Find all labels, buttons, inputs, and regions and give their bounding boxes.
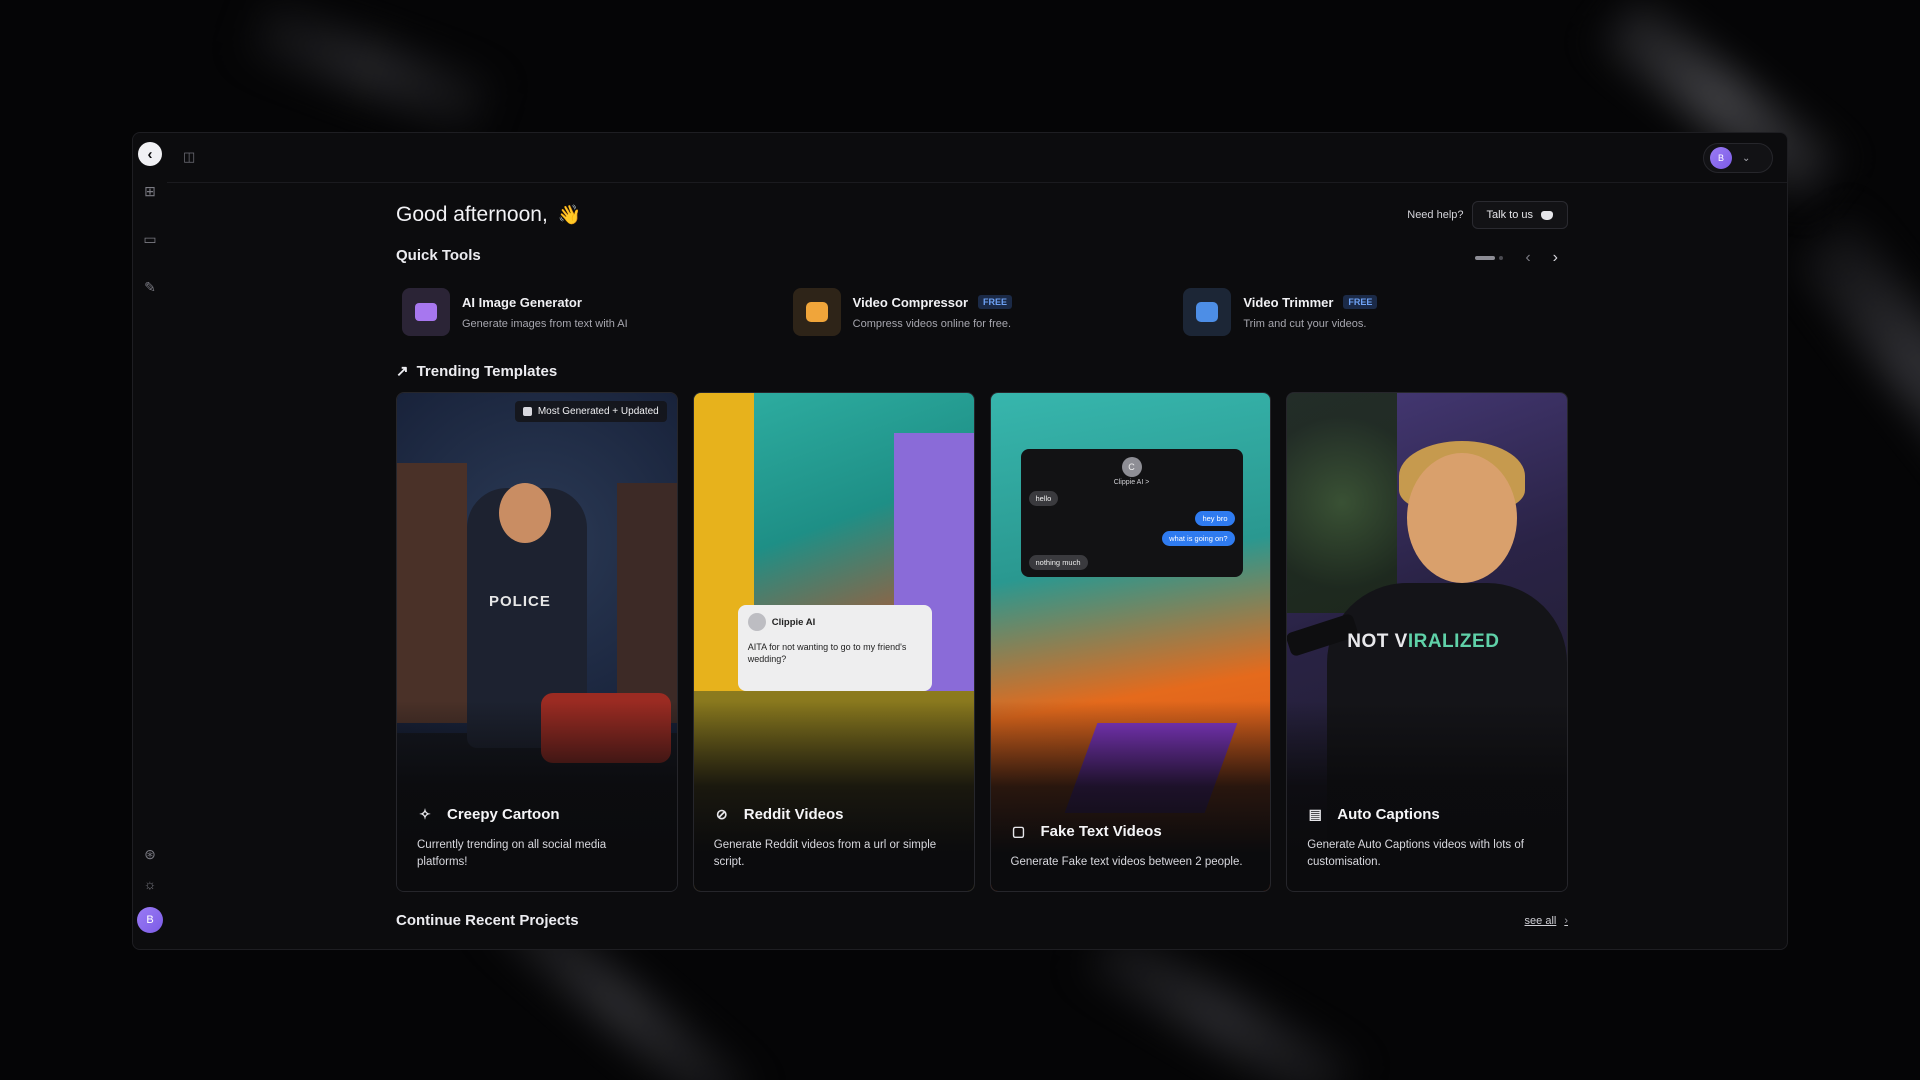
- card-desc: Currently trending on all social media p…: [417, 839, 607, 868]
- image-generator-icon: [402, 288, 450, 336]
- video-compressor-icon: [792, 288, 841, 336]
- chevron-down-icon: ⌄: [1742, 152, 1751, 164]
- trending-title: ↗ Trending Templates: [396, 362, 558, 381]
- panel-toggle-icon[interactable]: ◫: [183, 149, 195, 165]
- card-desc: Generate Auto Captions videos with lots …: [1307, 839, 1524, 868]
- tool-name: Video Trimmer FREE: [1243, 295, 1378, 310]
- chat-bubble: hey bro: [1195, 511, 1235, 526]
- chat-preview: C Clippie AI > hello hey bro what is goi…: [1020, 449, 1243, 577]
- card-title: ▤ Auto Captions: [1308, 806, 1440, 823]
- carousel-dots: [1475, 256, 1504, 260]
- reddit-post-preview: Clippie AI AITA for not wanting to go to…: [737, 605, 932, 691]
- discord-icon: [1541, 210, 1553, 220]
- chevron-left-icon[interactable]: ‹: [1525, 249, 1530, 267]
- captions-icon: ▤: [1308, 806, 1322, 822]
- sparkles-icon: ✧: [419, 806, 431, 822]
- template-cards: POLICE Most Generated + Updated ✧ Creepy…: [396, 392, 1568, 892]
- logo-icon[interactable]: ‹: [138, 142, 162, 166]
- tool-ai-image-generator[interactable]: AI Image Generator Generate images from …: [396, 288, 787, 336]
- police-text: POLICE: [489, 593, 551, 610]
- need-help-text: Need help?: [1407, 209, 1464, 221]
- most-generated-badge: Most Generated + Updated: [514, 401, 667, 422]
- talk-to-us-button[interactable]: Talk to us: [1471, 201, 1568, 229]
- tool-video-compressor[interactable]: Video Compressor FREE Compress videos on…: [787, 288, 1178, 336]
- free-badge: FREE: [978, 295, 1013, 309]
- user-avatar[interactable]: B: [137, 907, 163, 933]
- card-title: ▢ Fake Text Videos: [1011, 823, 1162, 840]
- chevron-right-icon[interactable]: ›: [1553, 249, 1558, 267]
- app-window: ‹ ⊞ ▭ ✎ ⊛ ☼ B ◫ B ⌄ Good afternoon, 👋 Ne…: [132, 132, 1788, 950]
- grid-icon[interactable]: ⊞: [141, 184, 159, 198]
- chat-bubble: nothing much: [1028, 555, 1088, 570]
- free-badge: FREE: [1343, 295, 1378, 309]
- help-area: Need help? Talk to us: [1407, 201, 1568, 229]
- clapperboard-icon[interactable]: ▭: [141, 232, 159, 246]
- card-title: ⊘ Reddit Videos: [714, 806, 954, 823]
- template-card-fake-text-videos[interactable]: C Clippie AI > hello hey bro what is goi…: [989, 392, 1272, 892]
- template-card-creepy-cartoon[interactable]: POLICE Most Generated + Updated ✧ Creepy…: [396, 392, 678, 892]
- see-all-link[interactable]: see all ›: [1525, 915, 1568, 927]
- chat-bubble: hello: [1028, 491, 1059, 506]
- caption-overlay: NOT VIRALIZED: [1347, 631, 1500, 652]
- tool-desc: Compress videos online for free.: [852, 317, 1012, 330]
- chat-avatar: C: [1121, 457, 1142, 477]
- topbar: ◫ B ⌄: [167, 133, 1787, 183]
- video-trimmer-icon: [1183, 288, 1232, 336]
- card-title: ✧ Creepy Cartoon: [417, 806, 657, 823]
- sidebar: ‹ ⊞ ▭ ✎ ⊛ ☼ B: [133, 133, 167, 949]
- tool-name: AI Image Generator: [462, 294, 582, 310]
- tool-desc: Generate images from text with AI: [462, 317, 628, 330]
- card-desc: Generate Fake text videos between 2 peop…: [1010, 856, 1243, 868]
- greeting: Good afternoon, 👋: [396, 203, 1568, 227]
- badge-icon: [522, 407, 532, 416]
- quick-tools-list: AI Image Generator Generate images from …: [396, 288, 1568, 336]
- quick-tools-nav: ‹ ›: [1475, 249, 1558, 267]
- talk-to-us-label: Talk to us: [1486, 209, 1533, 221]
- main-content: Good afternoon, 👋 Need help? Talk to us …: [396, 201, 1568, 929]
- chat-bubble: what is going on?: [1162, 531, 1235, 546]
- bug-icon[interactable]: ☼: [141, 877, 159, 891]
- tool-video-trimmer[interactable]: Video Trimmer FREE Trim and cut your vid…: [1177, 288, 1568, 336]
- tool-desc: Trim and cut your videos.: [1243, 317, 1367, 330]
- settings-icon[interactable]: ⊛: [141, 847, 159, 861]
- tool-name: Video Compressor FREE: [853, 295, 1013, 310]
- header-avatar: B: [1710, 147, 1732, 169]
- quick-tools-title: Quick Tools: [396, 247, 481, 264]
- template-card-auto-captions[interactable]: NOT VIRALIZED ▤ Auto Captions Generate A…: [1286, 392, 1568, 892]
- message-icon: ▢: [1011, 823, 1026, 839]
- recent-projects-title: Continue Recent Projects: [396, 912, 579, 929]
- chevron-right-icon: ›: [1564, 914, 1568, 927]
- link-icon: ⊘: [715, 806, 728, 822]
- user-menu[interactable]: B ⌄: [1703, 143, 1773, 173]
- wave-emoji: 👋: [557, 205, 582, 226]
- carousel-dot[interactable]: [1499, 256, 1504, 260]
- template-card-reddit-videos[interactable]: Clippie AI AITA for not wanting to go to…: [692, 392, 975, 892]
- wrench-icon[interactable]: ✎: [141, 280, 159, 294]
- greeting-text: Good afternoon,: [396, 203, 548, 226]
- card-desc: Generate Reddit videos from a url or sim…: [713, 839, 937, 868]
- carousel-dot-active[interactable]: [1475, 256, 1496, 260]
- recent-projects-header: Continue Recent Projects see all ›: [396, 912, 1568, 929]
- trending-up-icon: ↗: [396, 363, 409, 380]
